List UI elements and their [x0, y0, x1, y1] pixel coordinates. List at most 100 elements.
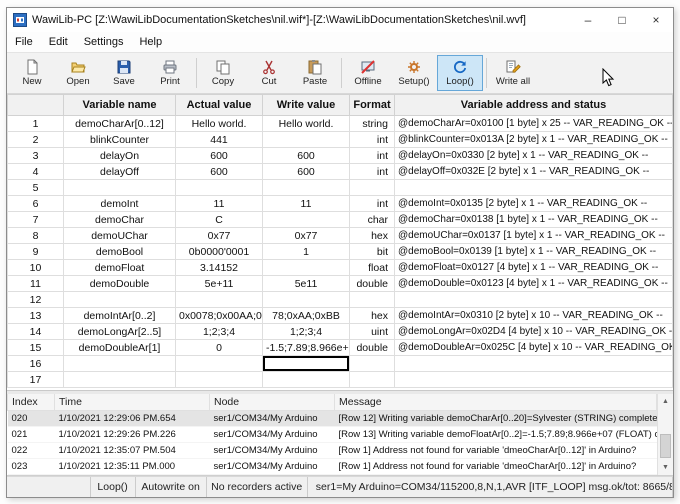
status-cell[interactable]: @demoDouble=0x0123 [4 byte] x 1 -- VAR_R… [395, 276, 673, 292]
scroll-up-button[interactable]: ▲ [658, 394, 673, 409]
status-cell[interactable]: @demoDoubleAr=0x025C [4 byte] x 10 -- VA… [395, 340, 673, 356]
write-value-cell[interactable]: Hello world. [263, 116, 350, 132]
print-button[interactable]: Print [147, 55, 193, 91]
status-cell[interactable]: @demoChar=0x0138 [1 byte] x 1 -- VAR_REA… [395, 212, 673, 228]
write-all-button[interactable]: Write all [490, 55, 536, 91]
column-header-row-number[interactable] [8, 95, 64, 116]
row-number-cell[interactable]: 13 [8, 308, 64, 324]
row-number-cell[interactable]: 10 [8, 260, 64, 276]
save-button[interactable]: Save [101, 55, 147, 91]
write-value-cell[interactable] [263, 260, 350, 276]
write-value-cell[interactable]: 1 [263, 244, 350, 260]
actual-value-cell[interactable] [176, 292, 263, 308]
actual-value-cell[interactable]: 11 [176, 196, 263, 212]
log-column-header-time[interactable]: Time [55, 394, 210, 411]
status-cell[interactable]: @delayOn=0x0330 [2 byte] x 1 -- VAR_READ… [395, 148, 673, 164]
log-column-header-node[interactable]: Node [210, 394, 335, 411]
row-number-cell[interactable]: 4 [8, 164, 64, 180]
log-column-header-message[interactable]: Message [335, 394, 657, 411]
status-cell[interactable] [395, 356, 673, 372]
format-cell[interactable] [350, 356, 395, 372]
write-value-cell[interactable] [263, 212, 350, 228]
status-cell[interactable]: @demoInt=0x0135 [2 byte] x 1 -- VAR_READ… [395, 196, 673, 212]
write-value-cell[interactable]: 11 [263, 196, 350, 212]
row-number-cell[interactable]: 9 [8, 244, 64, 260]
format-cell[interactable]: string [350, 116, 395, 132]
variable-name-cell[interactable]: demoChar [64, 212, 176, 228]
format-cell[interactable] [350, 180, 395, 196]
status-cell[interactable]: @demoBool=0x0139 [1 byte] x 1 -- VAR_REA… [395, 244, 673, 260]
status-cell[interactable] [395, 372, 673, 388]
row-number-cell[interactable]: 2 [8, 132, 64, 148]
format-cell[interactable]: double [350, 340, 395, 356]
row-number-cell[interactable]: 15 [8, 340, 64, 356]
write-value-cell[interactable]: 5e11 [263, 276, 350, 292]
row-number-cell[interactable]: 11 [8, 276, 64, 292]
format-cell[interactable]: int [350, 196, 395, 212]
format-cell[interactable] [350, 292, 395, 308]
format-cell[interactable]: hex [350, 228, 395, 244]
format-cell[interactable]: hex [350, 308, 395, 324]
format-cell[interactable]: char [350, 212, 395, 228]
open-button[interactable]: Open [55, 55, 101, 91]
write-value-cell[interactable]: 600 [263, 164, 350, 180]
actual-value-cell[interactable]: 441 [176, 132, 263, 148]
row-number-cell[interactable]: 7 [8, 212, 64, 228]
menu-item-help[interactable]: Help [131, 32, 170, 52]
actual-value-cell[interactable]: 1;2;3;4 [176, 324, 263, 340]
menu-item-file[interactable]: File [7, 32, 41, 52]
row-number-cell[interactable]: 1 [8, 116, 64, 132]
log-column-header-index[interactable]: Index [8, 394, 55, 411]
format-cell[interactable]: int [350, 148, 395, 164]
actual-value-cell[interactable]: 5e+11 [176, 276, 263, 292]
scroll-thumb[interactable] [660, 434, 671, 458]
variable-name-cell[interactable]: demoIntAr[0..2] [64, 308, 176, 324]
menu-item-edit[interactable]: Edit [41, 32, 76, 52]
setup-button[interactable]: Setup() [391, 55, 437, 91]
log-row[interactable]: 0211/10/2021 12:29:26 PM.226ser1/COM34/M… [8, 427, 657, 443]
variable-name-cell[interactable]: blinkCounter [64, 132, 176, 148]
status-cell[interactable] [395, 180, 673, 196]
write-value-cell[interactable] [263, 292, 350, 308]
cut-button[interactable]: Cut [246, 55, 292, 91]
column-header-address-status[interactable]: Variable address and status [395, 95, 673, 116]
minimize-button[interactable]: – [571, 8, 605, 32]
offline-button[interactable]: Offline [345, 55, 391, 91]
format-cell[interactable]: int [350, 132, 395, 148]
write-value-cell[interactable]: 0x77 [263, 228, 350, 244]
actual-value-cell[interactable]: 0x0078;0x00AA;0x00BB [176, 308, 263, 324]
write-value-cell[interactable]: 1;2;3;4 [263, 324, 350, 340]
write-value-cell[interactable]: 78;0xAA;0xBB [263, 308, 350, 324]
status-cell[interactable] [395, 292, 673, 308]
status-cell[interactable]: @delayOff=0x032E [2 byte] x 1 -- VAR_REA… [395, 164, 673, 180]
column-header-format[interactable]: Format [350, 95, 395, 116]
variable-name-cell[interactable] [64, 356, 176, 372]
variable-name-cell[interactable] [64, 372, 176, 388]
row-number-cell[interactable]: 17 [8, 372, 64, 388]
status-cell[interactable]: @demoFloat=0x0127 [4 byte] x 1 -- VAR_RE… [395, 260, 673, 276]
variable-name-cell[interactable]: delayOn [64, 148, 176, 164]
format-cell[interactable] [350, 372, 395, 388]
write-value-cell[interactable] [263, 132, 350, 148]
log-row[interactable]: 0221/10/2021 12:35:07 PM.504ser1/COM34/M… [8, 443, 657, 459]
variable-name-cell[interactable]: demoDouble [64, 276, 176, 292]
actual-value-cell[interactable]: 0 [176, 340, 263, 356]
actual-value-cell[interactable]: 3.14152 [176, 260, 263, 276]
actual-value-cell[interactable]: 600 [176, 164, 263, 180]
actual-value-cell[interactable]: C [176, 212, 263, 228]
write-value-cell[interactable] [263, 180, 350, 196]
format-cell[interactable]: double [350, 276, 395, 292]
variable-name-cell[interactable]: demoUChar [64, 228, 176, 244]
scroll-track[interactable] [658, 409, 673, 460]
variable-name-cell[interactable]: demoBool [64, 244, 176, 260]
log-row[interactable]: 0201/10/2021 12:29:06 PM.654ser1/COM34/M… [8, 411, 657, 427]
row-number-cell[interactable]: 14 [8, 324, 64, 340]
format-cell[interactable]: bit [350, 244, 395, 260]
log-row[interactable]: 0231/10/2021 12:35:11 PM.000ser1/COM34/M… [8, 459, 657, 475]
row-number-cell[interactable]: 6 [8, 196, 64, 212]
variable-name-cell[interactable]: demoLongAr[2..5] [64, 324, 176, 340]
column-header-actual-value[interactable]: Actual value [176, 95, 263, 116]
format-cell[interactable]: float [350, 260, 395, 276]
actual-value-cell[interactable]: Hello world. [176, 116, 263, 132]
status-cell[interactable]: @demoIntAr=0x0310 [2 byte] x 10 -- VAR_R… [395, 308, 673, 324]
